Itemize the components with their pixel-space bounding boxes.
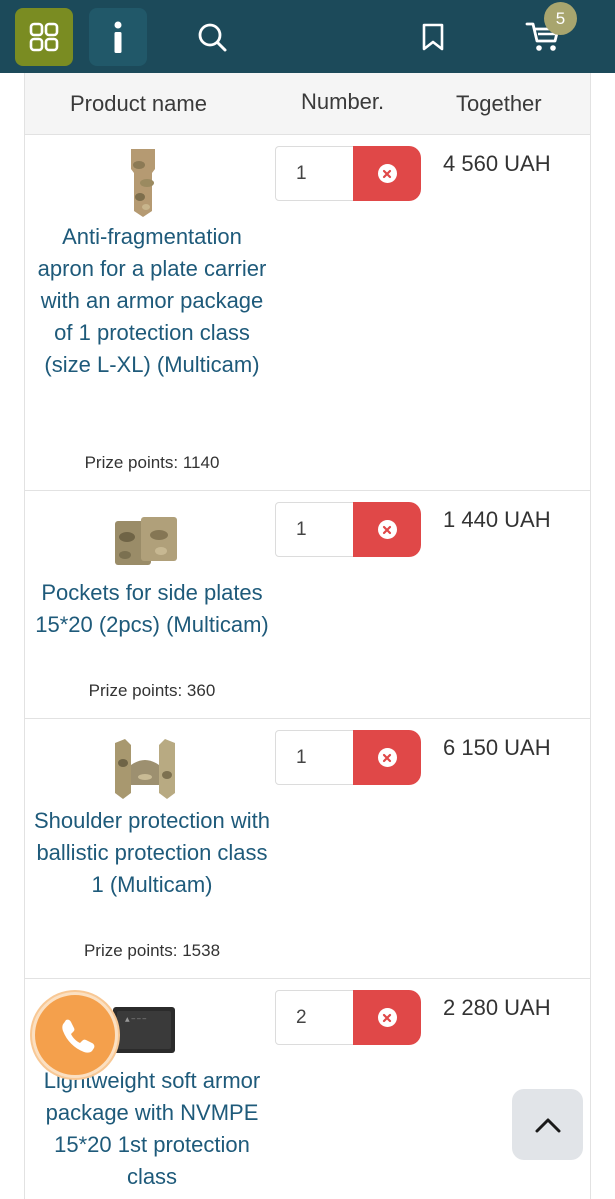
header-number: Number. [301, 89, 385, 114]
product-name-link[interactable]: Lightweight soft armor package with NVMP… [33, 1065, 271, 1193]
remove-item-button[interactable] [353, 990, 421, 1045]
svg-text:▲ ─ ─ ─: ▲ ─ ─ ─ [125, 1016, 147, 1023]
product-image[interactable] [111, 735, 179, 803]
remove-icon [377, 1008, 397, 1027]
scroll-to-top-button[interactable] [512, 1089, 583, 1160]
info-button[interactable] [89, 8, 147, 66]
table-header: Product name Number. Together [25, 73, 590, 135]
product-image[interactable] [111, 515, 181, 569]
remove-icon [377, 520, 397, 539]
call-button[interactable] [32, 992, 118, 1078]
quantity-input[interactable]: 1 [275, 502, 355, 557]
table-row: Shoulder protection with ballistic prote… [25, 719, 590, 979]
remove-item-button[interactable] [353, 730, 421, 785]
product-name-link[interactable]: Pockets for side plates 15*20 (2pcs) (Mu… [33, 577, 271, 641]
prize-points: Prize points: 1140 [84, 453, 220, 472]
product-name-link[interactable]: Shoulder protection with ballistic prote… [33, 805, 271, 901]
remove-icon [377, 748, 397, 767]
quantity-input[interactable]: 1 [275, 146, 355, 201]
row-total: 4 560 UAH [443, 151, 551, 176]
prize-points: Prize points: 360 [88, 681, 216, 700]
phone-icon [62, 1019, 95, 1053]
product-image[interactable]: ▲ ─ ─ ─ [111, 1005, 177, 1055]
remove-icon [377, 164, 397, 183]
top-navigation-bar: 5 [0, 0, 615, 73]
bookmark-icon [422, 23, 444, 51]
info-icon [114, 21, 122, 53]
prize-points: Prize points: 1538 [83, 941, 221, 960]
row-total: 2 280 UAH [443, 995, 551, 1020]
header-product-name: Product name [70, 91, 207, 116]
product-image[interactable] [125, 145, 161, 219]
bookmarks-button[interactable] [404, 8, 462, 66]
remove-item-button[interactable] [353, 502, 421, 557]
search-button[interactable] [183, 8, 241, 66]
quantity-input[interactable]: 2 [275, 990, 355, 1045]
table-row: Pockets for side plates 15*20 (2pcs) (Mu… [25, 491, 590, 719]
remove-item-button[interactable] [353, 146, 421, 201]
row-total: 1 440 UAH [443, 507, 551, 532]
cart-count-badge: 5 [544, 2, 577, 35]
chevron-up-icon [535, 1118, 560, 1132]
table-row: Anti-fragmentation apron for a plate car… [25, 135, 590, 491]
header-together: Together [456, 91, 542, 116]
catalog-button[interactable] [15, 8, 73, 66]
row-total: 6 150 UAH [443, 735, 551, 760]
grid-icon [29, 22, 59, 52]
search-icon [198, 23, 227, 52]
quantity-input[interactable]: 1 [275, 730, 355, 785]
product-name-link[interactable]: Anti-fragmentation apron for a plate car… [33, 221, 271, 381]
